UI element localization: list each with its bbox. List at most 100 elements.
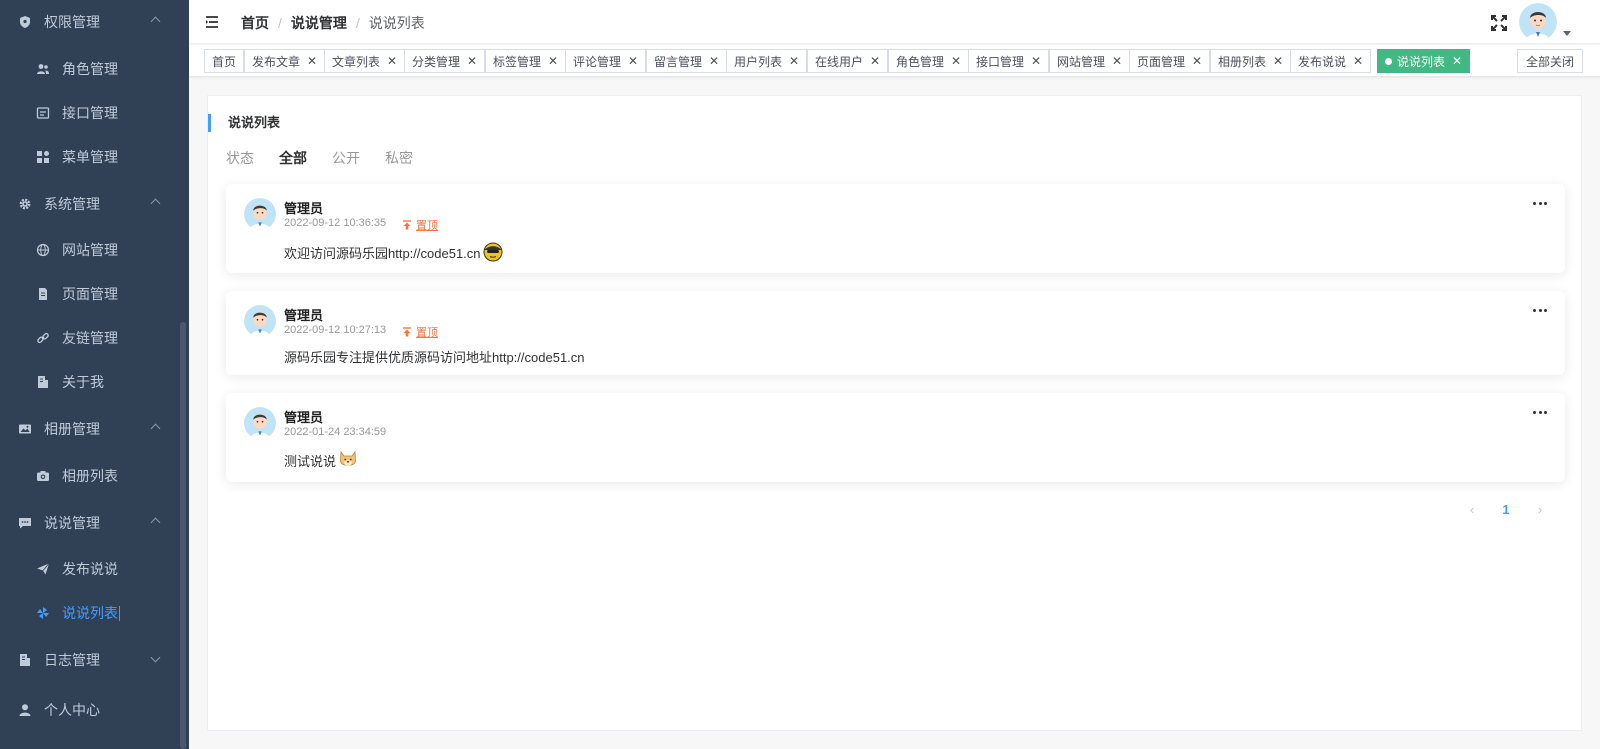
tag-label: 首页: [212, 54, 237, 69]
close-icon[interactable]: ✕: [1192, 54, 1202, 68]
caret-down-icon[interactable]: [1563, 31, 1571, 36]
pagination: ‹ 1 ›: [1457, 502, 1555, 517]
sidebar-item-album-list[interactable]: 相册列表: [0, 454, 183, 498]
breadcrumb-home[interactable]: 首页: [241, 13, 269, 33]
talk-item: 管理员 2022-09-12 10:36:35 置顶 欢迎访问源码乐园http:…: [226, 184, 1565, 273]
close-icon[interactable]: ✕: [387, 54, 397, 68]
cool-face-emoji: [483, 242, 503, 262]
tag-label: 留言管理: [654, 54, 703, 69]
tag-api[interactable]: 接口管理 ✕: [968, 49, 1050, 73]
close-icon[interactable]: ✕: [709, 54, 719, 68]
sidebar-item-logs[interactable]: 日志管理: [0, 638, 183, 682]
user-avatar[interactable]: [1519, 3, 1557, 41]
sidebar-item-label: 菜单管理: [62, 149, 118, 165]
sidebar-item-about[interactable]: 关于我: [0, 360, 183, 404]
close-icon[interactable]: ✕: [628, 54, 638, 68]
tag-article-list[interactable]: 文章列表 ✕: [324, 49, 406, 73]
tag-home[interactable]: 首页: [204, 49, 245, 73]
sidebar-item-website[interactable]: 网站管理: [0, 228, 183, 272]
sidebar-item-talk-list[interactable]: 说说列表: [0, 591, 183, 635]
tag-label: 在线用户: [815, 54, 864, 69]
pin-up-icon: [403, 220, 411, 230]
close-icon[interactable]: ✕: [951, 54, 961, 68]
talk-text: 测试说说: [284, 453, 337, 469]
pinned-label: 置顶: [416, 327, 438, 339]
tag-messages[interactable]: 留言管理 ✕: [646, 49, 728, 73]
more-options-icon[interactable]: [1533, 304, 1547, 316]
tag-album-list[interactable]: 相册列表 ✕: [1210, 49, 1292, 73]
sidebar-item-talk[interactable]: 说说管理: [0, 501, 183, 545]
tag-talk-list[interactable]: 说说列表 ✕: [1377, 49, 1471, 73]
close-all-button[interactable]: 全部关闭: [1516, 49, 1583, 73]
sidebar-item-album[interactable]: 相册管理: [0, 407, 183, 451]
talk-nickname: 管理员: [284, 201, 324, 216]
sidebar-item-pages[interactable]: 页面管理: [0, 272, 183, 316]
pinwheel-icon: [36, 606, 50, 620]
tag-online-users[interactable]: 在线用户 ✕: [807, 49, 889, 73]
close-icon[interactable]: ✕: [467, 54, 477, 68]
send-icon: [36, 562, 50, 576]
tag-publish-talk[interactable]: 发布说说 ✕: [1290, 49, 1372, 73]
sidebar-item-label: 接口管理: [62, 105, 118, 121]
api-icon: [36, 106, 50, 120]
sidebar-item-system[interactable]: 系统管理: [0, 182, 183, 226]
close-icon[interactable]: ✕: [1031, 54, 1041, 68]
sidebar-item-roles[interactable]: 角色管理: [0, 47, 183, 91]
fullscreen-icon[interactable]: [1490, 14, 1508, 32]
close-icon[interactable]: ✕: [1452, 54, 1462, 68]
close-icon[interactable]: ✕: [1273, 54, 1283, 68]
tag-category[interactable]: 分类管理 ✕: [404, 49, 486, 73]
sidebar-item-links[interactable]: 友链管理: [0, 316, 183, 360]
status-filter: 状态 全部 公开 私密: [226, 148, 438, 168]
filter-all[interactable]: 全部: [279, 148, 307, 168]
tag-comments[interactable]: 评论管理 ✕: [565, 49, 647, 73]
gear-icon: [18, 197, 32, 211]
close-icon[interactable]: ✕: [870, 54, 880, 68]
active-dot-icon: [1385, 57, 1392, 65]
tag-label: 接口管理: [976, 54, 1025, 69]
next-page-button[interactable]: ›: [1525, 502, 1555, 517]
chat-icon: [18, 516, 32, 530]
sidebar-item-menu[interactable]: 菜单管理: [0, 135, 183, 179]
user-icon: [18, 703, 32, 717]
chevron-down-icon: [150, 652, 161, 663]
tag-user-list[interactable]: 用户列表 ✕: [726, 49, 808, 73]
prev-page-button[interactable]: ‹: [1457, 502, 1487, 517]
tag-label: 角色管理: [896, 54, 945, 69]
tag-publish-article[interactable]: 发布文章 ✕: [244, 49, 326, 73]
tag-tags[interactable]: 标签管理 ✕: [485, 49, 567, 73]
close-icon[interactable]: ✕: [789, 54, 799, 68]
pin-up-icon: [403, 327, 411, 337]
breadcrumb-separator: /: [355, 15, 360, 31]
tag-label: 页面管理: [1137, 54, 1186, 69]
breadcrumb-separator: /: [278, 15, 282, 31]
grid-icon: [36, 150, 50, 164]
avatar: [244, 305, 276, 337]
page-number[interactable]: 1: [1487, 502, 1525, 517]
filter-private[interactable]: 私密: [385, 148, 413, 168]
tag-pages[interactable]: 页面管理 ✕: [1129, 49, 1211, 73]
pinned-label: 置顶: [416, 220, 438, 232]
avatar: [244, 407, 276, 439]
more-options-icon[interactable]: [1533, 197, 1547, 209]
close-icon[interactable]: ✕: [1112, 54, 1122, 68]
talk-content: 源码乐园专注提供优质源码访问地址http://code51.cn: [284, 347, 585, 366]
breadcrumb-talk-manage[interactable]: 说说管理: [291, 13, 347, 33]
sidebar-item-label: 页面管理: [62, 286, 118, 302]
sidebar-item-permission[interactable]: 权限管理: [0, 0, 183, 44]
sidebar-item-api[interactable]: 接口管理: [0, 91, 183, 135]
collapse-menu-icon[interactable]: [205, 15, 219, 29]
tag-roles[interactable]: 角色管理 ✕: [888, 49, 970, 73]
sidebar-item-label: 角色管理: [62, 61, 118, 77]
more-options-icon[interactable]: [1533, 406, 1547, 418]
link-icon: [36, 331, 50, 345]
sidebar-item-profile[interactable]: 个人中心: [0, 688, 183, 732]
tag-website[interactable]: 网站管理 ✕: [1049, 49, 1131, 73]
filter-public[interactable]: 公开: [332, 148, 360, 168]
sidebar-item-publish-talk[interactable]: 发布说说: [0, 547, 183, 591]
talk-item: 管理员 2022-01-24 23:34:59 测试说说: [226, 393, 1565, 482]
close-icon[interactable]: ✕: [548, 54, 558, 68]
close-icon[interactable]: ✕: [1353, 54, 1363, 68]
talk-content: 测试说说: [284, 450, 358, 470]
close-icon[interactable]: ✕: [307, 54, 317, 68]
